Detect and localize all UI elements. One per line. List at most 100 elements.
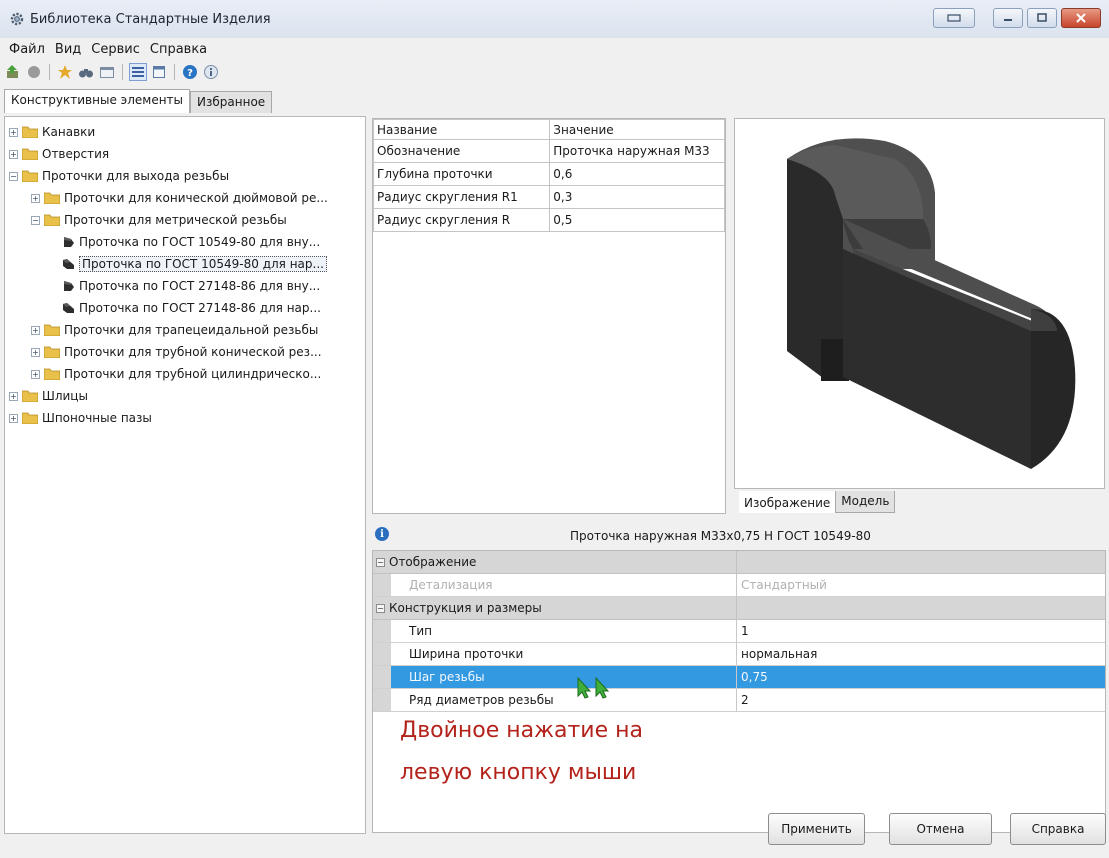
property-value[interactable]: нормальная [737, 643, 1105, 666]
minimize-button[interactable] [993, 8, 1023, 28]
restore-size-button[interactable] [933, 8, 975, 28]
window-title: Библиотека Стандартные Изделия [30, 11, 271, 27]
about-button[interactable] [202, 63, 220, 81]
tree-label: Отверстия [42, 147, 110, 161]
property-row[interactable]: Тип 1 [373, 620, 1105, 643]
add-to-model-icon [7, 65, 18, 78]
folder-icon [44, 368, 60, 380]
column-header-name[interactable]: Название [372, 119, 551, 140]
property-category[interactable]: − Отображение [373, 551, 1105, 574]
property-value[interactable]: Стандартный [737, 574, 1105, 597]
menu-help[interactable]: Справка [150, 42, 207, 57]
expand-icon[interactable]: + [31, 369, 40, 379]
menu-service[interactable]: Сервис [91, 42, 140, 57]
property-value[interactable]: 0,75 [737, 666, 1105, 689]
search-button[interactable] [77, 63, 95, 81]
tree-folder[interactable]: − Проточки для выхода резьбы [5, 165, 365, 187]
tree-folder[interactable]: + Проточки для трубной цилиндрическо... [5, 363, 365, 385]
tab-model[interactable]: Модель [835, 491, 896, 513]
property-row[interactable]: Ряд диаметров резьбы 2 [373, 689, 1105, 712]
table-row[interactable]: Глубина проточки 0,6 [372, 162, 725, 186]
property-value[interactable]: 1 [737, 620, 1105, 643]
property-row[interactable]: Шаг резьбы 0,75 [373, 666, 1105, 689]
property-category[interactable]: − Конструкция и размеры [373, 597, 1105, 620]
tree-folder[interactable]: + Канавки [5, 121, 365, 143]
folder-icon [44, 346, 60, 358]
expand-icon[interactable]: + [31, 193, 40, 203]
table-row[interactable]: Обозначение Проточка наружная М33 [372, 139, 725, 163]
property-value [737, 551, 1105, 574]
favorites-button[interactable] [56, 63, 74, 81]
table-view-button[interactable] [150, 63, 168, 81]
tree-label: Канавки [42, 125, 96, 139]
tree-label: Проточка по ГОСТ 27148-86 для вну... [79, 279, 321, 293]
property-name: Детализация [409, 578, 493, 592]
part-icon [63, 303, 74, 313]
expand-icon[interactable]: + [9, 149, 18, 159]
menu-file[interactable]: Файл [9, 42, 45, 57]
tree-folder[interactable]: + Проточки для трубной конической рез... [5, 341, 365, 363]
tree-folder[interactable]: + Шлицы [5, 385, 365, 407]
property-name-cell: Ряд диаметров резьбы [373, 689, 737, 712]
tree-item[interactable]: Проточка по ГОСТ 27148-86 для вну... [5, 275, 365, 297]
property-name: Тип [409, 624, 432, 638]
folder-icon [22, 390, 38, 402]
list-view-button[interactable] [129, 63, 147, 81]
tab-favorites[interactable]: Избранное [190, 91, 273, 113]
folder-icon [22, 148, 38, 160]
tree-folder[interactable]: + Шпоночные пазы [5, 407, 365, 429]
property-row[interactable]: Детализация Стандартный [373, 574, 1105, 597]
tree-label: Проточки для выхода резьбы [42, 169, 230, 183]
folder-icon [22, 170, 38, 182]
tree-item[interactable]: Проточка по ГОСТ 10549-80 для вну... [5, 231, 365, 253]
list-view-icon [132, 67, 144, 77]
expand-icon[interactable]: + [9, 127, 18, 137]
property-row[interactable]: Ширина проточки нормальная [373, 643, 1105, 666]
expand-icon[interactable]: + [9, 391, 18, 401]
part-icon [64, 281, 74, 291]
expand-icon[interactable]: + [31, 347, 40, 357]
help-dialog-button[interactable]: Справка [1010, 813, 1106, 845]
catalog-tree: + Канавки + Отверстия − Проточки для выхода р… [4, 116, 366, 834]
help-button[interactable]: ? [181, 63, 199, 81]
menu-view[interactable]: Вид [55, 42, 81, 57]
tree-item[interactable]: Проточка по ГОСТ 27148-86 для нар... [5, 297, 365, 319]
table-row[interactable]: Радиус скругления R1 0,3 [372, 185, 725, 209]
stop-button[interactable] [25, 63, 43, 81]
property-indent [373, 666, 391, 688]
property-name-cell: Детализация [373, 574, 737, 597]
close-button[interactable] [1061, 8, 1101, 28]
cancel-button[interactable]: Отмена [889, 813, 992, 845]
add-to-model-button[interactable] [4, 63, 22, 81]
restore-size-icon [947, 14, 961, 22]
tree-item[interactable]: Проточка по ГОСТ 10549-80 для нар... [5, 253, 365, 275]
tree-folder[interactable]: + Проточки для конической дюймовой ре... [5, 187, 365, 209]
param-value: Проточка наружная М33 [549, 139, 725, 163]
tree-label: Проточки для трубной цилиндрическо... [64, 367, 322, 381]
maximize-icon [1037, 13, 1047, 22]
tab-design-elements[interactable]: Конструктивные элементы [4, 89, 191, 113]
mouse-cursor-icon [577, 676, 610, 699]
collapse-icon[interactable]: − [9, 171, 18, 181]
apply-button[interactable]: Применить [768, 813, 865, 845]
expand-icon[interactable]: + [9, 413, 18, 423]
tree-folder[interactable]: − Проточки для метрической резьбы [5, 209, 365, 231]
column-header-value[interactable]: Значение [549, 119, 725, 140]
collapse-icon[interactable]: − [376, 603, 385, 613]
info-icon: i [375, 527, 389, 541]
maximize-button[interactable] [1027, 8, 1057, 28]
expand-icon[interactable]: + [31, 325, 40, 335]
param-value: 0,6 [549, 162, 725, 186]
toolbar-separator [122, 64, 123, 80]
collapse-icon[interactable]: − [376, 557, 385, 567]
tree-folder[interactable]: + Отверстия [5, 143, 365, 165]
tree-label: Проточки для трубной конической рез... [64, 345, 322, 359]
view-button[interactable] [98, 63, 116, 81]
window-view-icon [100, 67, 114, 78]
collapse-icon[interactable]: − [31, 215, 40, 225]
folder-icon [44, 192, 60, 204]
table-row[interactable]: Радиус скругления R 0,5 [372, 208, 725, 232]
tab-image[interactable]: Изображение [739, 491, 836, 513]
tree-folder[interactable]: + Проточки для трапецеидальной резьбы [5, 319, 365, 341]
property-value[interactable]: 2 [737, 689, 1105, 712]
